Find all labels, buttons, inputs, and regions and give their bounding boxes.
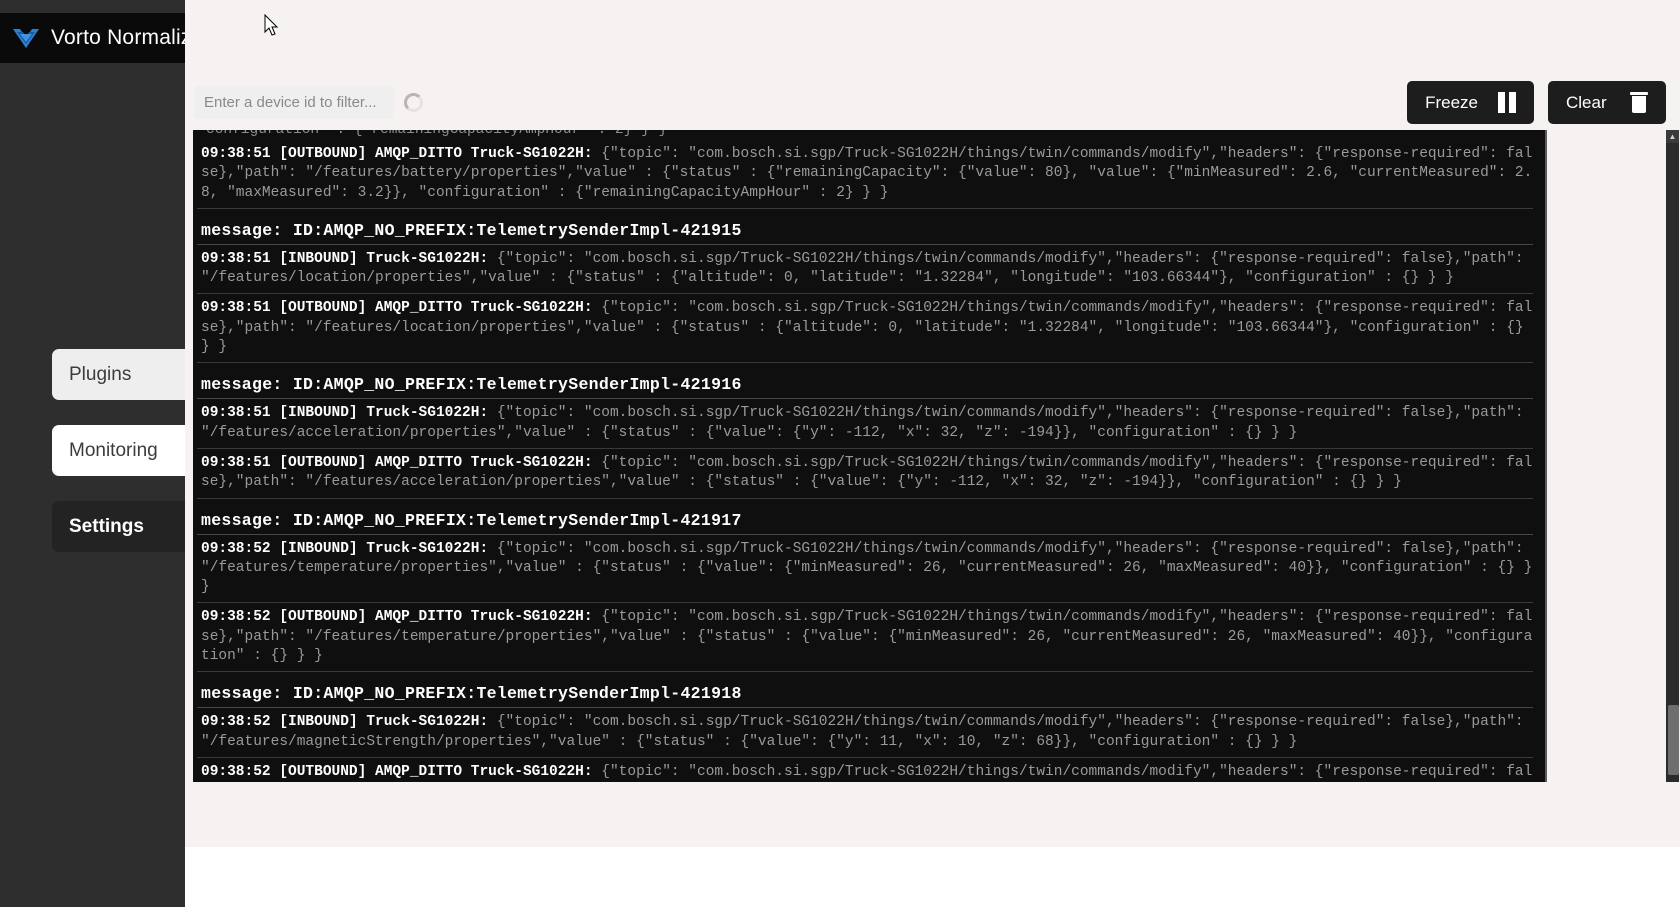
console-scrollbar[interactable]: ▲ [1666, 130, 1679, 782]
clear-button-label: Clear [1566, 92, 1607, 112]
device-filter-input[interactable] [194, 86, 394, 119]
freeze-button-label: Freeze [1425, 92, 1478, 112]
log-entry-meta: 09:38:52 [OUTBOUND] AMQP_DITTO Truck-SG1… [201, 763, 593, 780]
log-entry-meta: 09:38:51 [OUTBOUND] AMQP_DITTO Truck-SG1… [201, 454, 593, 471]
log-entry-text: 09:38:51 [INBOUND] Truck-SG1022H: {"topi… [201, 404, 1533, 443]
log-entry: 09:38:52 [OUTBOUND] AMQP_DITTO Truck-SG1… [197, 758, 1533, 782]
log-group-list: 09:38:51 [OUTBOUND] AMQP_DITTO Truck-SG1… [197, 140, 1533, 782]
clear-button[interactable]: Clear [1548, 81, 1666, 124]
log-console[interactable]: configuration" : {"remainingCapacityAmpH… [193, 130, 1545, 782]
trash-icon [1630, 92, 1648, 113]
console-right-border [1545, 130, 1547, 782]
log-entry-meta: 09:38:52 [INBOUND] Truck-SG1022H: [201, 540, 489, 557]
pause-icon [1498, 92, 1516, 113]
log-entry-meta: 09:38:51 [INBOUND] Truck-SG1022H: [201, 250, 489, 267]
log-entry: 09:38:51 [OUTBOUND] AMQP_DITTO Truck-SG1… [197, 294, 1533, 364]
clipped-top-line: configuration" : {"remainingCapacityAmpH… [206, 130, 668, 138]
brand-bar: Vorto Normalizer [0, 13, 210, 63]
log-group-header: message: ID:AMQP_NO_PREFIX:TelemetrySend… [197, 209, 1533, 245]
log-entry-meta: 09:38:51 [OUTBOUND] AMQP_DITTO Truck-SG1… [201, 300, 593, 317]
sidebar-item-label-settings: Settings [69, 515, 144, 537]
log-entry-text: 09:38:51 [OUTBOUND] AMQP_DITTO Truck-SG1… [201, 299, 1533, 357]
log-group-header: message: ID:AMQP_NO_PREFIX:TelemetrySend… [197, 499, 1533, 535]
scrollbar-thumb[interactable] [1668, 705, 1679, 775]
log-entry-text: 09:38:52 [INBOUND] Truck-SG1022H: {"topi… [201, 713, 1533, 752]
log-entry: 09:38:52 [OUTBOUND] AMQP_DITTO Truck-SG1… [197, 603, 1533, 673]
bottom-strip [185, 847, 1680, 907]
freeze-button[interactable]: Freeze [1407, 81, 1534, 124]
log-entry-meta: 09:38:52 [INBOUND] Truck-SG1022H: [201, 714, 489, 731]
log-entry-text: 09:38:51 [OUTBOUND] AMQP_DITTO Truck-SG1… [201, 145, 1533, 203]
log-entry-meta: 09:38:52 [OUTBOUND] AMQP_DITTO Truck-SG1… [201, 609, 593, 626]
log-entry-text: 09:38:51 [INBOUND] Truck-SG1022H: {"topi… [201, 250, 1533, 289]
log-entry: 09:38:52 [INBOUND] Truck-SG1022H: {"topi… [197, 708, 1533, 758]
log-entry-meta: 09:38:51 [INBOUND] Truck-SG1022H: [201, 405, 489, 422]
sidebar-item-label-monitoring: Monitoring [69, 439, 158, 461]
log-entry: 09:38:51 [OUTBOUND] AMQP_DITTO Truck-SG1… [197, 449, 1533, 499]
log-group-header: message: ID:AMQP_NO_PREFIX:TelemetrySend… [197, 363, 1533, 400]
toolbar-actions: Freeze Clear [1407, 81, 1680, 124]
filter-group [194, 86, 423, 119]
vorto-logo-icon [11, 25, 41, 51]
sidebar-item-label-plugins: Plugins [69, 363, 132, 385]
log-entry-text: 09:38:52 [OUTBOUND] AMQP_DITTO Truck-SG1… [201, 763, 1533, 782]
scroll-up-arrow-icon[interactable]: ▲ [1666, 130, 1679, 143]
log-entry: 09:38:52 [INBOUND] Truck-SG1022H: {"topi… [197, 535, 1533, 604]
loading-spinner-icon [404, 93, 423, 112]
log-console-content: configuration" : {"remainingCapacityAmpH… [193, 130, 1537, 782]
log-entry: 09:38:51 [INBOUND] Truck-SG1022H: {"topi… [197, 399, 1533, 449]
application-window: Vorto Normalizer Plugins Monitoring Sett… [0, 0, 1680, 907]
log-entry: 09:38:51 [OUTBOUND] AMQP_DITTO Truck-SG1… [197, 140, 1533, 209]
log-entry-text: 09:38:52 [OUTBOUND] AMQP_DITTO Truck-SG1… [201, 608, 1533, 666]
console-toolbar: Freeze Clear [185, 75, 1680, 130]
log-entry-text: 09:38:52 [INBOUND] Truck-SG1022H: {"topi… [201, 540, 1533, 598]
log-group-header: message: ID:AMQP_NO_PREFIX:TelemetrySend… [197, 672, 1533, 709]
log-entry-text: 09:38:51 [OUTBOUND] AMQP_DITTO Truck-SG1… [201, 454, 1533, 493]
log-entry-meta: 09:38:51 [OUTBOUND] AMQP_DITTO Truck-SG1… [201, 146, 593, 162]
log-entry: 09:38:51 [INBOUND] Truck-SG1022H: {"topi… [197, 245, 1533, 295]
